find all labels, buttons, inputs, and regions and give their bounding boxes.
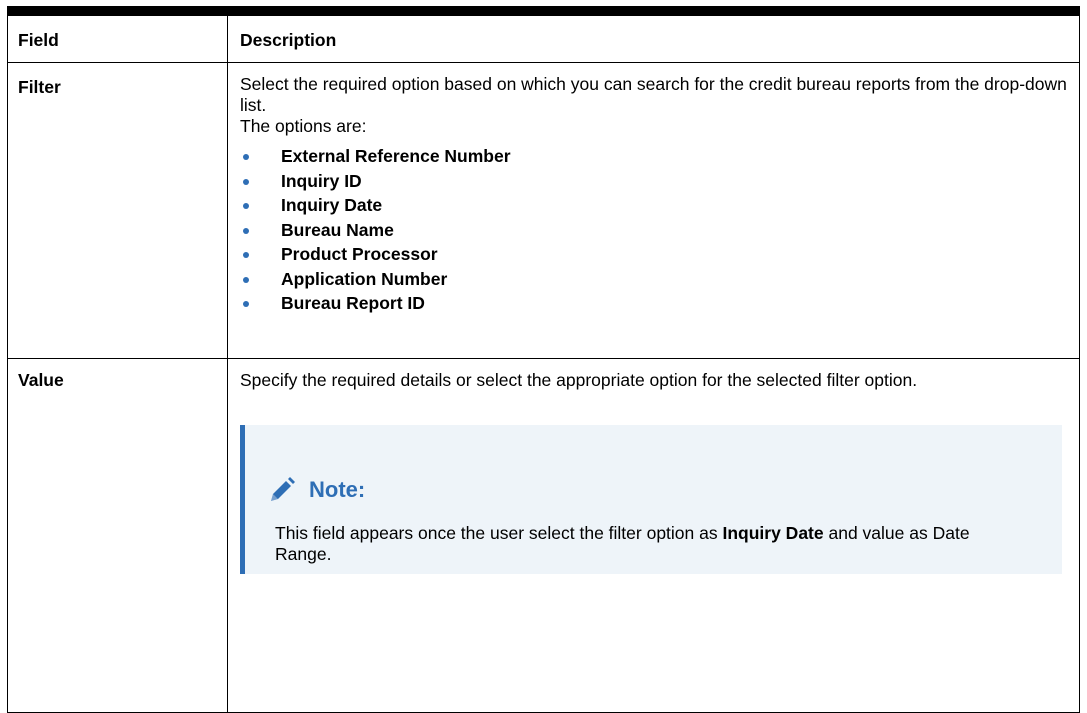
header-description-label: Description — [240, 30, 337, 50]
option-label: Application Number — [281, 268, 448, 289]
filter-options-list: External Reference Number Inquiry ID Inq… — [240, 144, 1067, 316]
table-header-row: Field Description — [7, 15, 1080, 63]
note-text-part1: This field appears once the user select … — [275, 523, 723, 543]
note-title: Note: — [309, 477, 366, 502]
option-label: Inquiry ID — [281, 170, 362, 191]
list-item: Inquiry ID — [240, 169, 1067, 194]
table-row-value: Value Specify the required details or se… — [7, 358, 1080, 713]
option-label: Inquiry Date — [281, 195, 383, 215]
pencil-icon — [271, 477, 295, 501]
list-item: Application Number — [240, 267, 1067, 292]
bullet-icon — [243, 178, 249, 185]
bullet-icon — [243, 276, 249, 283]
field-cell-filter: Filter — [7, 62, 228, 359]
value-description: Specify the required details or select t… — [240, 370, 918, 390]
list-item: Inquiry Date — [240, 193, 1067, 218]
bullet-icon — [243, 252, 249, 258]
filter-options-intro: The options are: — [240, 116, 367, 136]
header-field-label: Field — [18, 30, 59, 50]
bullet-icon — [243, 227, 249, 234]
note-text-bold: Inquiry Date — [722, 523, 824, 543]
option-label: External Reference Number — [281, 146, 511, 166]
list-item: Bureau Report ID — [240, 291, 1067, 316]
table-top-rule — [7, 6, 1080, 15]
description-cell-value: Specify the required details or select t… — [227, 358, 1080, 713]
field-description-table: Field Description Filter Select the requ… — [7, 15, 1080, 713]
bullet-icon — [243, 301, 249, 307]
field-name-filter: Filter — [18, 77, 61, 97]
field-cell-value: Value — [7, 358, 228, 713]
option-label: Bureau Name — [281, 219, 394, 240]
option-label: Product Processor — [281, 244, 438, 264]
note-box: Note: This field appears once the user s… — [240, 425, 1062, 574]
list-item: External Reference Number — [240, 144, 1067, 169]
description-cell-filter: Select the required option based on whic… — [227, 62, 1080, 359]
note-header: Note: — [267, 475, 365, 505]
note-text: This field appears once the user select … — [275, 523, 1015, 565]
header-field: Field — [7, 15, 228, 63]
option-label: Bureau Report ID — [281, 293, 425, 313]
table-row-filter: Filter Select the required option based … — [7, 62, 1080, 359]
list-item: Product Processor — [240, 242, 1067, 267]
bullet-icon — [243, 154, 249, 160]
filter-description: Select the required option based on whic… — [240, 74, 1067, 115]
field-name-value: Value — [18, 370, 64, 390]
list-item: Bureau Name — [240, 218, 1067, 243]
bullet-icon — [243, 203, 249, 209]
header-description: Description — [227, 15, 1080, 63]
